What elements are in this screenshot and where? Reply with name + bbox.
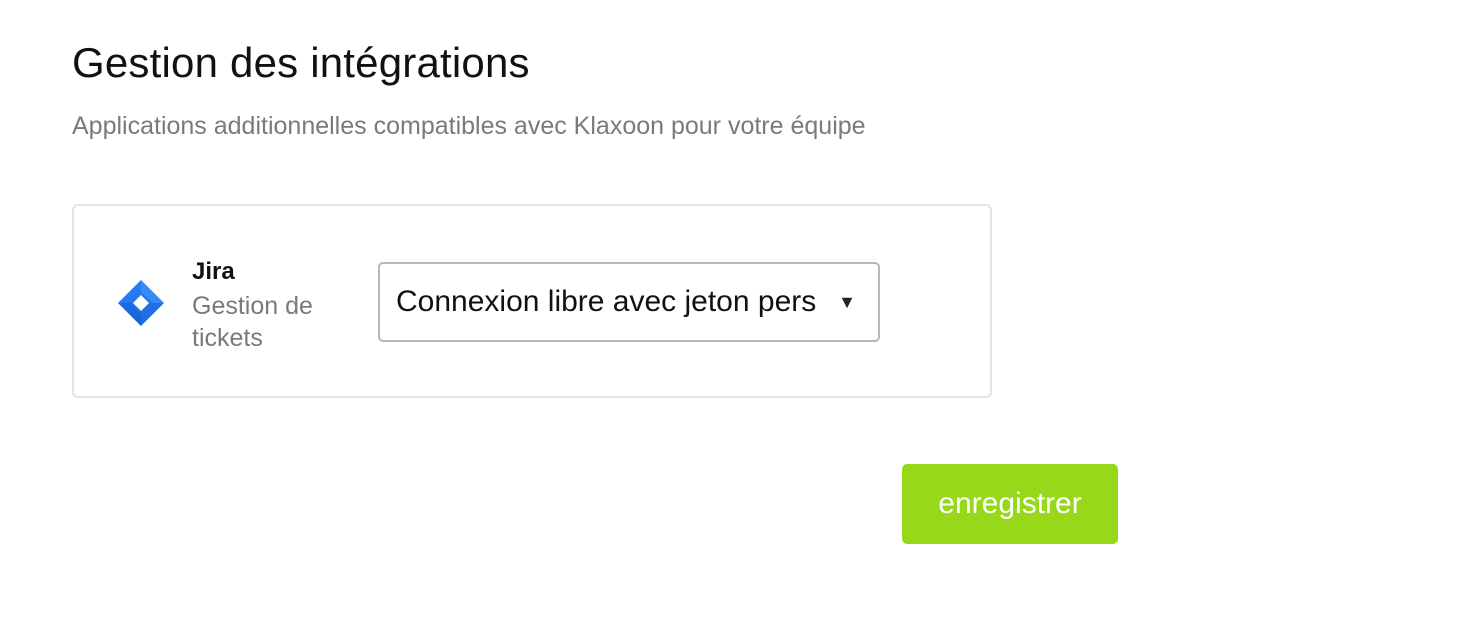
- jira-icon: [116, 278, 166, 328]
- connection-mode-select[interactable]: Connexion libre avec jeton pers ▼: [378, 262, 880, 342]
- page-title: Gestion des intégrations: [72, 39, 530, 86]
- caret-down-icon: ▼: [838, 292, 856, 312]
- save-button[interactable]: enregistrer: [902, 464, 1118, 544]
- select-value: Connexion libre avec jeton pers: [396, 285, 817, 318]
- integration-card-jira: Jira Gestion de tickets Connexion libre …: [72, 204, 992, 398]
- integration-description: Gestion de tickets: [192, 292, 313, 352]
- integrations-page: Gestion des intégrations Applications ad…: [0, 0, 1479, 629]
- integration-name: Jira: [192, 258, 235, 285]
- page-subtitle: Applications additionnelles compatibles …: [72, 112, 866, 140]
